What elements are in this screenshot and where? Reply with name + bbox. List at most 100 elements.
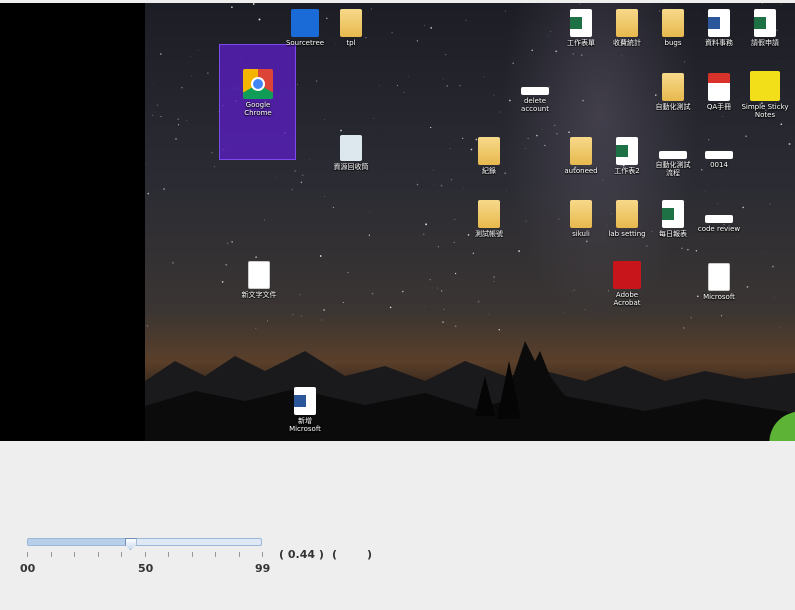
desktop-icon-folder-autoneed[interactable]: autoneed: [555, 137, 607, 175]
desktop-icon-chrome[interactable]: Google Chrome: [232, 69, 284, 117]
star: [725, 190, 727, 191]
desktop-icon-sticky-notes[interactable]: Simple Sticky Notes: [739, 71, 791, 119]
star: [264, 219, 265, 221]
star: [299, 294, 301, 296]
star: [493, 276, 495, 278]
star: [547, 35, 548, 37]
star: [300, 315, 302, 317]
star: [163, 188, 165, 190]
star: [231, 241, 233, 243]
star: [429, 279, 431, 281]
star: [780, 123, 783, 125]
star: [190, 56, 192, 57]
desktop-icon-excel-d[interactable]: 每日報表: [647, 200, 699, 238]
star: [415, 181, 417, 183]
icon-label: 新增 Microsoft: [289, 417, 321, 433]
folder-icon: [616, 9, 638, 37]
slider-fill: [28, 539, 131, 545]
star: [525, 148, 526, 149]
word-file-icon: [708, 9, 730, 37]
star: [788, 143, 791, 145]
desktop-icon-word-a[interactable]: 資料事務: [693, 9, 745, 47]
excel-file-icon: [754, 9, 776, 37]
desktop-icon-tpl[interactable]: tpl: [325, 9, 377, 47]
icon-label: autoneed: [564, 167, 598, 175]
desktop-icon-folder-a[interactable]: 收費統計: [601, 9, 653, 47]
folder-icon: [570, 137, 592, 165]
desktop-icon-folder-bugs[interactable]: bugs: [647, 9, 699, 47]
icon-label: Google Chrome: [244, 101, 272, 117]
icon-label: lab setting: [608, 230, 646, 238]
word-file-icon: [294, 387, 316, 415]
slider-tick: [262, 552, 263, 557]
star: [437, 246, 439, 248]
desktop-icon-excel-c[interactable]: 工作表2: [601, 137, 653, 175]
star: [175, 138, 177, 140]
desktop-icon-folder-sikuli[interactable]: sikuli: [555, 200, 607, 238]
desktop-icon-text-file[interactable]: 新文字文件: [233, 261, 285, 299]
star: [178, 124, 180, 126]
star: [252, 3, 255, 5]
desktop-icon-folder-lab[interactable]: lab setting: [601, 200, 653, 238]
star: [700, 168, 703, 171]
excel-file-icon: [570, 9, 592, 37]
desktop-icon-pdf-a[interactable]: QA手冊: [693, 73, 745, 111]
star: [357, 171, 359, 172]
desktop-icon-word[interactable]: 新增 Microsoft: [279, 387, 331, 433]
desktop-icon-folder-c[interactable]: 紀錄: [463, 137, 515, 175]
star: [340, 129, 342, 132]
icon-label: 0014: [710, 161, 728, 169]
star: [687, 248, 689, 251]
threshold-slider[interactable]: [27, 538, 262, 550]
star: [746, 286, 749, 288]
star: [297, 83, 298, 85]
desktop-icon-excel-a[interactable]: 工作表單: [555, 9, 607, 47]
star: [555, 132, 558, 135]
desktop-icon-folder-b[interactable]: 自動化測試: [647, 73, 699, 111]
star: [446, 85, 449, 87]
star: [453, 241, 455, 243]
pdf-icon: [708, 73, 730, 101]
star: [147, 192, 150, 195]
sourcetree-icon: [291, 9, 319, 37]
acrobat-icon: [613, 261, 641, 289]
icon-label: 自動化測試流程: [655, 161, 691, 177]
star: [153, 83, 154, 85]
star: [369, 210, 370, 212]
slider-tick: [27, 552, 28, 557]
icon-label: 資料事務: [705, 39, 733, 47]
desktop-icon-recycle-bin[interactable]: 資源回收筒: [325, 135, 377, 171]
star: [422, 233, 425, 236]
star: [695, 250, 698, 252]
slider-thumb[interactable]: [124, 538, 137, 550]
icon-label: Simple Sticky Notes: [741, 103, 789, 119]
star: [424, 24, 425, 26]
star: [430, 26, 433, 29]
file-icon: [708, 263, 730, 291]
desktop-icon-microsoft[interactable]: Microsoft: [693, 263, 745, 301]
desktop-icon-folder-e[interactable]: 測試帳號: [463, 200, 515, 238]
secondary-readout-close: ): [366, 548, 372, 561]
star: [274, 176, 276, 178]
icon-label: 工作表2: [614, 167, 640, 175]
star: [550, 30, 552, 33]
star: [646, 245, 648, 247]
star: [463, 187, 465, 189]
file-icon: [521, 87, 549, 95]
desktop-icon-delete-account[interactable]: delete account: [509, 75, 561, 113]
secondary-readout-open: (: [332, 548, 338, 561]
star: [407, 76, 409, 78]
folder-icon: [570, 200, 592, 228]
icon-label: 資源回收筒: [333, 163, 369, 171]
desktop-icon-excel-b[interactable]: 請假申請: [739, 9, 791, 47]
desktop-icon-strip-a[interactable]: 自動化測試流程: [647, 139, 699, 177]
desktop-icon-strip-b[interactable]: 0014: [693, 139, 745, 169]
desktop-icon-acrobat[interactable]: Adobe Acrobat: [601, 261, 653, 307]
star: [585, 240, 588, 243]
star: [423, 306, 425, 308]
star: [368, 234, 371, 236]
icon-label: Sourcetree: [285, 39, 325, 47]
icon-label: 工作表單: [567, 39, 595, 47]
desktop-icon-sourcetree[interactable]: Sourcetree: [279, 9, 331, 47]
desktop-icon-strip-c[interactable]: code review: [693, 203, 745, 233]
